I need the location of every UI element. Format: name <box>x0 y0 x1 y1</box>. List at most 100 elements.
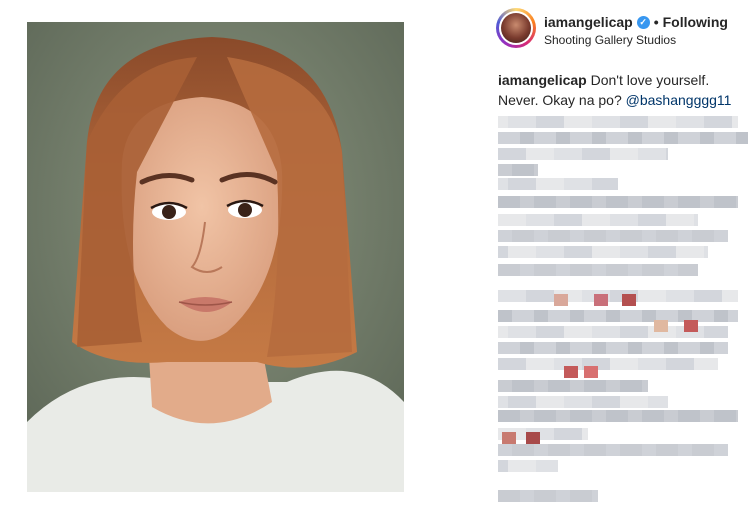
censored-pixel <box>620 396 638 408</box>
censored-pixel <box>638 358 656 370</box>
censored-pixel <box>498 396 508 408</box>
censored-pixel <box>732 116 738 128</box>
censored-pixel <box>628 410 642 422</box>
censored-pixel <box>606 444 620 456</box>
censored-pixel <box>606 342 628 354</box>
censored-pixel <box>666 246 676 258</box>
censored-pixel <box>592 342 606 354</box>
censored-pixel <box>656 358 666 370</box>
censored-pixel <box>666 116 676 128</box>
censored-pixel <box>582 116 592 128</box>
censored-pixel <box>526 396 536 408</box>
censored-pixel <box>678 230 692 242</box>
censored-pixel <box>704 116 722 128</box>
censored-pixel <box>536 396 554 408</box>
censored-pixel <box>584 444 606 456</box>
censored-pixel <box>694 214 698 226</box>
censored-pixel <box>498 246 508 258</box>
censored-pixel <box>564 326 582 338</box>
censored-pixel <box>582 326 592 338</box>
censored-pixel <box>656 290 666 302</box>
censored-pixel <box>656 230 678 242</box>
avatar[interactable] <box>496 8 536 48</box>
censored-pixel <box>564 396 582 408</box>
censored-pixel <box>606 196 628 208</box>
censored-pixel <box>694 290 712 302</box>
censored-pixel <box>582 178 592 190</box>
censored-pixel <box>534 230 548 242</box>
username-link[interactable]: iamangelicap <box>544 14 633 30</box>
censored-pixel <box>592 490 598 502</box>
location-link[interactable]: Shooting Gallery Studios <box>544 33 676 47</box>
censored-pixel <box>536 246 554 258</box>
censored-pixel <box>592 264 606 276</box>
censored-pixel <box>570 342 592 354</box>
post-photo[interactable] <box>27 22 404 492</box>
censored-pixel <box>606 132 628 144</box>
censored-pixel <box>526 214 544 226</box>
censored-pixel <box>556 490 570 502</box>
censored-pixel <box>620 380 642 392</box>
censored-pixel <box>508 396 526 408</box>
censored-pixel <box>520 490 534 502</box>
post-sidebar: iamangelicap ✓ • Following Shooting Gall… <box>494 0 750 513</box>
censored-pixel <box>592 410 606 422</box>
censored-pixel <box>638 326 648 338</box>
censored-pixel <box>700 196 714 208</box>
following-button[interactable]: Following <box>663 14 728 30</box>
censored-pixel <box>654 320 668 332</box>
censored-pixel <box>610 246 620 258</box>
censored-pixel <box>516 148 526 160</box>
censored-pixel <box>498 230 512 242</box>
censored-pixel <box>554 116 564 128</box>
censored-pixel <box>592 396 610 408</box>
censored-pixel <box>714 342 728 354</box>
censored-pixel <box>564 366 578 378</box>
censored-pixel <box>498 196 520 208</box>
censored-pixel <box>570 196 592 208</box>
censored-pixel <box>694 246 704 258</box>
censored-pixel <box>498 178 508 190</box>
censored-pixel <box>570 444 584 456</box>
censored-pixel <box>544 148 554 160</box>
censored-pixel <box>570 410 592 422</box>
censored-pixel <box>508 178 526 190</box>
censored-pixel <box>508 460 526 472</box>
censored-pixel <box>554 294 568 306</box>
censored-pixel <box>526 358 544 370</box>
censored-pixel <box>700 132 714 144</box>
censored-pixel <box>526 460 536 472</box>
censored-pixel <box>556 196 570 208</box>
censored-pixel <box>620 246 638 258</box>
censored-pixel <box>534 196 556 208</box>
censored-pixel <box>498 460 508 472</box>
censored-pixel <box>704 246 708 258</box>
censored-pixel <box>584 380 606 392</box>
censored-pixel <box>656 444 678 456</box>
censored-pixel <box>572 428 582 440</box>
censored-pixel <box>526 178 536 190</box>
censored-pixel <box>692 230 714 242</box>
censored-pixel <box>642 410 664 422</box>
censored-pixel <box>656 148 666 160</box>
censored-pixel <box>610 178 618 190</box>
censored-pixel <box>714 230 728 242</box>
censored-pixel <box>516 358 526 370</box>
censored-pixel <box>592 178 610 190</box>
censored-pixel <box>642 132 664 144</box>
censored-pixel <box>498 290 516 302</box>
censored-pixel <box>628 214 638 226</box>
avatar-image <box>501 13 531 43</box>
censored-pixel <box>498 380 512 392</box>
caption-username[interactable]: iamangelicap <box>498 72 587 88</box>
censored-pixel <box>676 116 694 128</box>
censored-pixel <box>628 196 642 208</box>
censored-pixel <box>592 196 606 208</box>
censored-pixel <box>554 428 572 440</box>
censored-pixel <box>664 410 678 422</box>
censored-pixel <box>572 148 582 160</box>
censored-pixel <box>606 380 620 392</box>
censored-pixel <box>582 396 592 408</box>
censored-pixel <box>548 310 570 322</box>
caption-mention[interactable]: @bashangggg11 <box>626 92 732 108</box>
